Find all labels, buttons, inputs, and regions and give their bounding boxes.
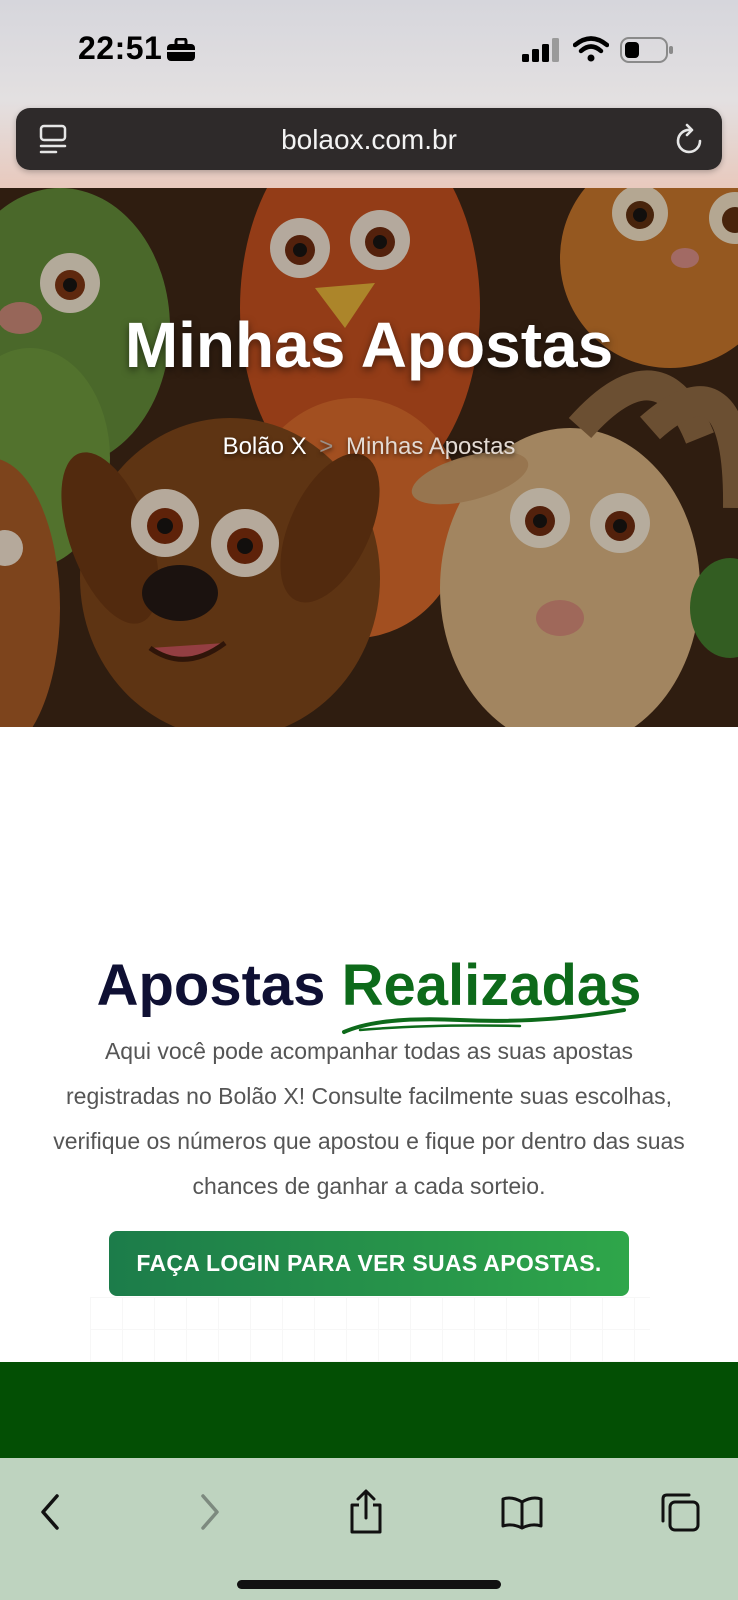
bookmarks-button[interactable] xyxy=(492,1482,552,1542)
wifi-icon xyxy=(573,36,609,62)
bets-section: Apostas Realizadas Aqui você pode acompa… xyxy=(0,727,738,1362)
back-icon xyxy=(41,1494,59,1530)
url-text: bolaox.com.br xyxy=(281,124,457,155)
forward-icon xyxy=(201,1494,219,1530)
back-button[interactable] xyxy=(20,1482,80,1542)
share-icon xyxy=(350,1489,382,1534)
browser-address-area: bolaox.com.br xyxy=(0,100,738,188)
section-title-main: Apostas xyxy=(96,953,326,1018)
address-bar[interactable]: bolaox.com.br xyxy=(16,108,722,170)
status-bar: 22:51 xyxy=(0,0,738,100)
breadcrumb-home-link[interactable]: Bolão X xyxy=(223,433,307,460)
decorative-grid xyxy=(90,1297,650,1362)
login-to-view-bets-button[interactable]: FAÇA LOGIN PARA VER SUAS APOSTAS. xyxy=(109,1231,629,1296)
section-description: Aqui você pode acompanhar todas as suas … xyxy=(53,1038,685,1199)
bookmarks-icon xyxy=(501,1496,543,1530)
tabs-button[interactable] xyxy=(650,1482,710,1542)
briefcase-icon xyxy=(167,38,195,61)
breadcrumb: Bolão X > Minhas Apostas xyxy=(0,433,738,461)
page-title: Minhas Apostas xyxy=(124,309,614,381)
footer-band xyxy=(0,1362,738,1458)
reload-icon[interactable] xyxy=(674,122,706,156)
cellular-signal-icon xyxy=(522,38,559,62)
breadcrumb-current: Minhas Apostas xyxy=(345,433,516,460)
status-time: 22:51 xyxy=(78,30,163,66)
battery-icon xyxy=(620,37,673,63)
browser-toolbar xyxy=(0,1458,738,1600)
share-button[interactable] xyxy=(336,1482,396,1542)
forward-button[interactable] xyxy=(180,1482,240,1542)
hero-banner: Minhas Apostas Bolão X > Minhas Apostas xyxy=(0,188,738,727)
home-indicator xyxy=(237,1580,501,1589)
tabs-icon xyxy=(661,1493,700,1532)
breadcrumb-separator: > xyxy=(319,433,334,460)
